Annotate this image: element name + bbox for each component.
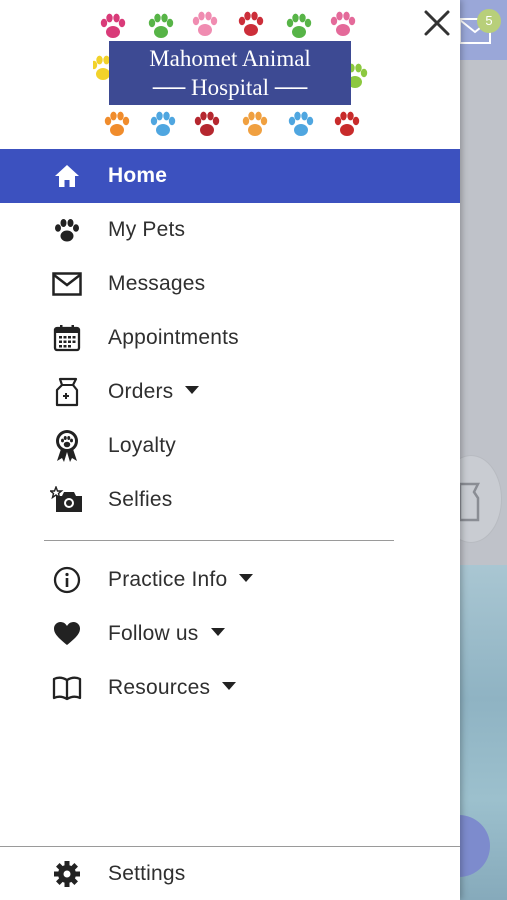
menu-item-messages[interactable]: Messages xyxy=(0,257,460,311)
calendar-icon xyxy=(50,321,84,355)
logo-title-line1: Mahomet Animal xyxy=(149,46,311,71)
settings-label: Settings xyxy=(108,861,186,885)
envelope-icon xyxy=(50,267,84,301)
info-icon xyxy=(50,563,84,597)
paw-icon xyxy=(50,213,84,247)
hospital-logo: Mahomet Animal ── Hospital ── xyxy=(109,41,351,105)
ribbon-badge-icon xyxy=(50,429,84,463)
menu-label: Home xyxy=(108,164,168,187)
menu-item-home[interactable]: Home xyxy=(0,149,460,203)
mail-badge: 5 xyxy=(477,9,501,33)
chevron-down-icon xyxy=(185,386,200,395)
menu-label: Resources xyxy=(108,676,237,700)
chevron-down-icon xyxy=(239,574,254,583)
heart-icon xyxy=(50,617,84,651)
secondary-menu: Practice Info Follow us Resources xyxy=(0,553,460,715)
logo-title-line2: ── Hospital ── xyxy=(152,75,308,100)
pet-food-bag-icon xyxy=(458,478,481,529)
menu-item-appointments[interactable]: Appointments xyxy=(0,311,460,365)
chevron-down-icon xyxy=(222,682,237,691)
menu-item-orders[interactable]: Orders xyxy=(0,365,460,419)
book-icon xyxy=(50,671,84,705)
menu-item-selfies[interactable]: Selfies xyxy=(0,473,460,527)
menu-label: Messages xyxy=(108,272,206,295)
gear-icon xyxy=(50,857,84,891)
close-button[interactable] xyxy=(420,6,454,40)
pet-food-bag-icon xyxy=(50,375,84,409)
main-menu: Home My Pets Messages Appointments Order… xyxy=(0,149,460,527)
menu-item-loyalty[interactable]: Loyalty xyxy=(0,419,460,473)
camera-icon xyxy=(50,483,84,517)
menu-item-resources[interactable]: Resources xyxy=(0,661,460,715)
menu-item-settings[interactable]: Settings xyxy=(0,847,460,900)
menu-label: My Pets xyxy=(108,218,186,241)
menu-label: Loyalty xyxy=(108,434,176,457)
menu-label: Follow us xyxy=(108,622,225,646)
menu-item-practice-info[interactable]: Practice Info xyxy=(0,553,460,607)
menu-label: Selfies xyxy=(108,488,173,511)
menu-item-follow-us[interactable]: Follow us xyxy=(0,607,460,661)
menu-item-my-pets[interactable]: My Pets xyxy=(0,203,460,257)
menu-divider xyxy=(44,540,394,541)
menu-label: Orders xyxy=(108,380,200,404)
close-icon xyxy=(424,10,450,36)
menu-label: Practice Info xyxy=(108,568,254,592)
menu-label: Appointments xyxy=(108,326,239,349)
home-icon xyxy=(50,159,84,193)
navigation-drawer: Mahomet Animal ── Hospital ── Home My Pe… xyxy=(0,0,460,900)
chevron-down-icon xyxy=(210,628,225,637)
